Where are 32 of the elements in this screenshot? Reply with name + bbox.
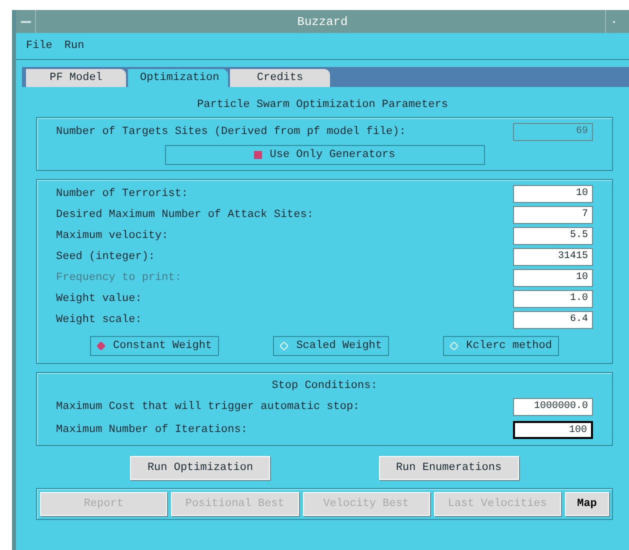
panel-title: Stop Conditions: bbox=[270, 379, 378, 394]
field-label: Maximum Number of Iterations: bbox=[56, 422, 248, 438]
output-button[interactable]: Map bbox=[565, 492, 609, 516]
run-button[interactable]: Run Enumerations bbox=[378, 456, 519, 480]
field-label: Weight scale: bbox=[56, 312, 142, 328]
field-label: Weight value: bbox=[56, 292, 142, 307]
parameter-field[interactable]: 7 bbox=[513, 206, 593, 224]
run-button[interactable]: Run Optimization bbox=[130, 456, 270, 480]
weight-radio[interactable]: Scaled Weight bbox=[273, 336, 390, 356]
stop-field[interactable]: 1000000.0 bbox=[513, 398, 593, 416]
parameter-field[interactable]: 10 bbox=[513, 185, 593, 203]
parameter-field[interactable]: 31415 bbox=[513, 248, 593, 266]
field-label: Number of Terrorist: bbox=[56, 186, 188, 202]
field-label: Maximum Cost that will trigger automatic stop: bbox=[56, 400, 360, 415]
field-label: Frequency to print: bbox=[56, 270, 182, 286]
field-label: Desired Maximum Number of Attack Sites: bbox=[56, 208, 314, 223]
stop-field[interactable]: 100 bbox=[513, 421, 593, 439]
tab[interactable]: Optimization bbox=[128, 69, 228, 87]
weight-radio[interactable]: Constant Weight bbox=[90, 336, 220, 356]
field-label: Number of Targets Sites (Derived from pf model file): bbox=[56, 124, 406, 140]
field-label: Maximum velocity: bbox=[56, 228, 168, 244]
tab[interactable]: Credits bbox=[230, 69, 330, 87]
window-title: Buzzard bbox=[297, 14, 348, 30]
menu-item[interactable]: Run bbox=[64, 38, 84, 54]
menu-item[interactable]: File bbox=[26, 38, 52, 54]
weight-radio[interactable]: Kclerc method bbox=[443, 336, 559, 356]
field-label: Seed (integer): bbox=[56, 250, 156, 265]
parameter-field[interactable]: 5.5 bbox=[513, 227, 593, 245]
section-heading: Particle Swarm Optimization Parameters bbox=[196, 98, 449, 113]
parameter-field[interactable]: 1.0 bbox=[513, 290, 593, 308]
tab[interactable]: PF Model bbox=[26, 69, 126, 87]
parameter-field[interactable]: 6.4 bbox=[513, 311, 593, 329]
